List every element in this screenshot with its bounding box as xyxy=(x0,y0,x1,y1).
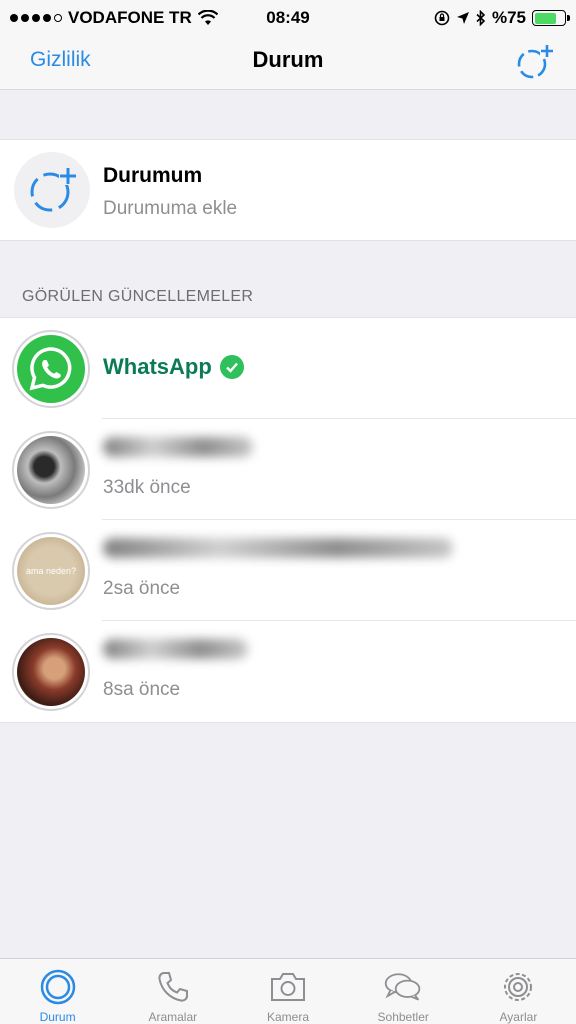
list-item[interactable]: 8sa önce xyxy=(0,621,576,722)
tab-chats[interactable]: Sohbetler xyxy=(346,959,461,1024)
contact-name: WhatsApp xyxy=(103,354,244,380)
my-status-row[interactable]: Durumum Durumuma ekle xyxy=(0,139,576,241)
verified-check-icon xyxy=(219,355,244,379)
contact-name-blurred xyxy=(103,538,453,558)
my-status-subtitle: Durumuma ekle xyxy=(103,198,238,219)
contact-avatar xyxy=(17,436,85,504)
tab-calls[interactable]: Aramalar xyxy=(115,959,230,1024)
navigation-bar: Gizlilik Durum xyxy=(0,36,576,90)
status-time: 33dk önce xyxy=(103,477,191,498)
list-item-whatsapp[interactable]: WhatsApp xyxy=(0,318,576,419)
page-title: Durum xyxy=(252,47,324,72)
status-icon xyxy=(38,967,78,1007)
contact-name-blurred xyxy=(103,437,253,457)
new-status-icon xyxy=(517,44,554,79)
section-header: GÖRÜLEN GÜNCELLEMELER xyxy=(22,288,254,305)
rotation-lock-icon xyxy=(434,10,450,26)
location-icon xyxy=(456,12,469,24)
whatsapp-logo-icon xyxy=(17,335,85,403)
tab-settings[interactable]: Ayarlar xyxy=(461,959,576,1024)
status-time: 8sa önce xyxy=(103,679,181,700)
my-status-title: Durumum xyxy=(103,164,203,187)
contact-name-blurred xyxy=(103,639,248,659)
tab-status[interactable]: Durum xyxy=(0,959,115,1024)
chat-bubbles-icon xyxy=(383,967,423,1007)
battery-percent: %75 xyxy=(491,8,526,27)
battery-icon xyxy=(532,10,570,26)
list-item[interactable]: 33dk önce xyxy=(0,419,576,520)
updates-list: WhatsApp 33dk önce ama neden? 2sa önce 8… xyxy=(0,317,576,723)
add-status-icon xyxy=(30,167,77,212)
tab-label: Durum xyxy=(39,1010,76,1024)
wifi-icon xyxy=(197,10,218,25)
list-item[interactable]: ama neden? 2sa önce xyxy=(0,520,576,621)
camera-icon xyxy=(268,967,308,1007)
status-ring xyxy=(12,431,90,509)
tab-bar: Durum Aramalar Kamera Sohbetler Ayarlar xyxy=(0,958,576,1024)
phone-icon xyxy=(153,967,193,1007)
avatar-thumb-text: ama neden? xyxy=(25,566,77,576)
contact-name-text: WhatsApp xyxy=(103,354,212,379)
tab-label: Ayarlar xyxy=(499,1010,538,1024)
signal-dots-icon xyxy=(10,14,62,22)
contact-avatar xyxy=(17,638,85,706)
status-time: 2sa önce xyxy=(103,578,181,599)
carrier-label: VODAFONE TR xyxy=(68,8,192,27)
tab-camera[interactable]: Kamera xyxy=(230,959,345,1024)
bluetooth-icon xyxy=(476,10,486,26)
status-ring: ama neden? xyxy=(12,532,90,610)
gear-icon xyxy=(498,967,538,1007)
status-ring xyxy=(12,330,90,408)
new-status-button[interactable] xyxy=(514,42,554,82)
status-ring xyxy=(12,633,90,711)
tab-label: Aramalar xyxy=(148,1010,198,1024)
contact-avatar: ama neden? xyxy=(17,537,85,605)
tab-label: Sohbetler xyxy=(377,1010,429,1024)
my-status-avatar xyxy=(14,152,90,228)
status-bar: VODAFONE TR 08:49 %75 xyxy=(0,0,576,36)
tab-label: Kamera xyxy=(266,1010,310,1024)
